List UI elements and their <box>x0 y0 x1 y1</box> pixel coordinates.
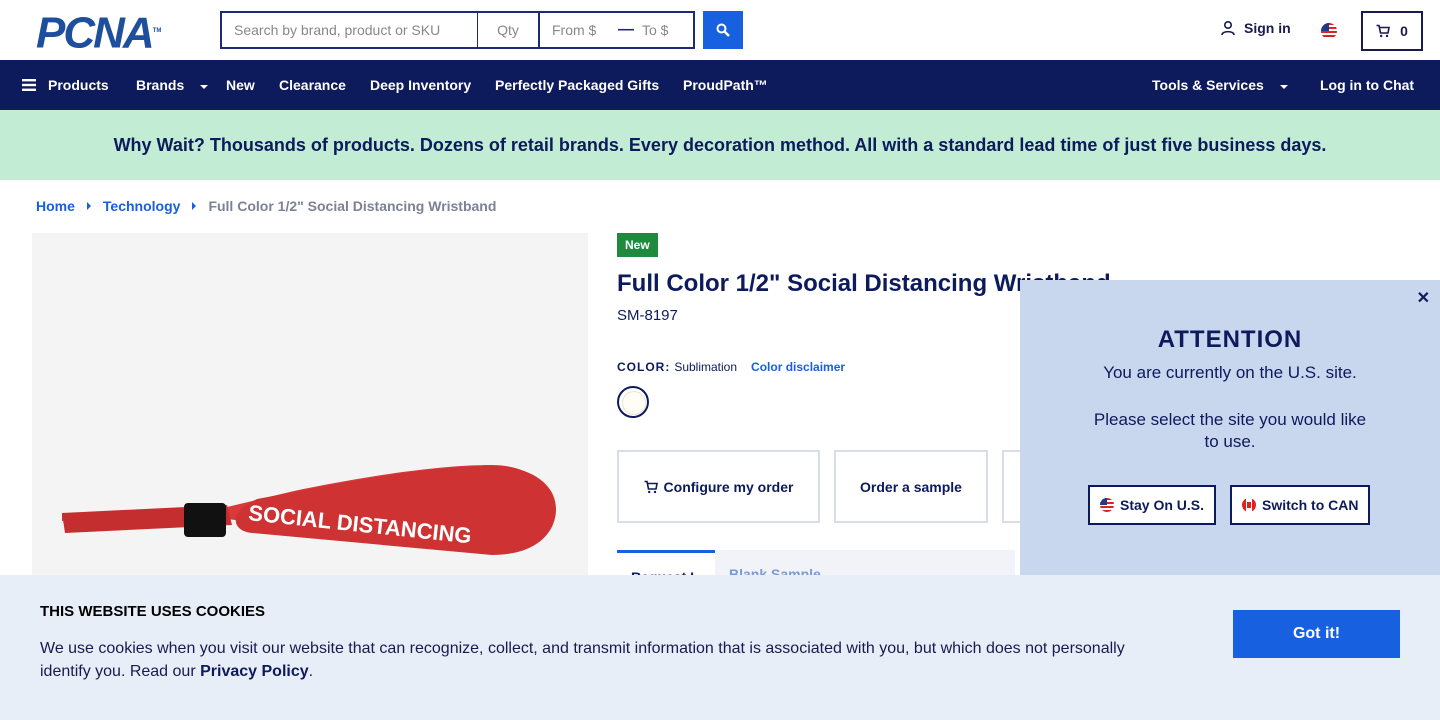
new-badge: New <box>617 233 658 257</box>
logo-text: PCNA <box>36 8 155 58</box>
cart-button[interactable]: 0 <box>1361 11 1423 51</box>
nav-gifts-label: Perfectly Packaged Gifts <box>495 77 660 93</box>
search-button[interactable] <box>703 11 743 49</box>
nav-tools[interactable]: Tools & Services <box>1152 60 1288 110</box>
switch-can-label: Switch to CAN <box>1262 497 1359 513</box>
nav-gifts[interactable]: Perfectly Packaged Gifts <box>495 60 659 110</box>
switch-can-button[interactable]: Switch to CAN <box>1230 485 1371 525</box>
price-range-dash: — <box>618 21 634 38</box>
popup-instruction: Please select the site you would like to… <box>1093 410 1367 451</box>
configure-order-button[interactable]: Configure my order <box>617 450 820 523</box>
order-sample-label: Order a sample <box>860 478 962 495</box>
sign-in-link[interactable]: Sign in <box>1220 20 1291 36</box>
cart-icon <box>644 480 658 493</box>
chevron-down-icon <box>200 84 209 89</box>
breadcrumb-current: Full Color 1/2" Social Distancing Wristb… <box>208 198 497 214</box>
breadcrumb-arrow-icon <box>86 202 91 210</box>
nav-proudpath[interactable]: ProudPath™ <box>683 60 768 110</box>
us-flag-icon <box>1100 498 1114 512</box>
nav-new-label: New <box>226 77 255 93</box>
promo-banner-text: Why Wait? Thousands of products. Dozens … <box>113 134 1327 155</box>
product-image[interactable]: SOCIAL DISTANCING <box>32 233 588 593</box>
nav-chat[interactable]: Log in to Chat <box>1320 60 1414 110</box>
nav-clearance-label: Clearance <box>279 77 346 93</box>
cookie-tail: . <box>308 663 314 680</box>
popup-title: ATTENTION <box>1157 326 1303 353</box>
order-sample-button[interactable]: Order a sample <box>834 450 988 523</box>
nav-deep-inventory[interactable]: Deep Inventory <box>370 60 471 110</box>
nav-tools-label: Tools & Services <box>1152 77 1264 93</box>
breadcrumb-category[interactable]: Technology <box>103 198 181 214</box>
cookie-banner: THIS WEBSITE USES COOKIES We use cookies… <box>0 575 1440 720</box>
user-icon <box>1221 20 1235 36</box>
cart-count: 0 <box>1400 23 1408 39</box>
breadcrumb: Home Technology Full Color 1/2" Social D… <box>36 198 496 214</box>
wristband-image: SOCIAL DISTANCING <box>62 465 556 555</box>
nav-brands[interactable]: Brands <box>136 60 209 110</box>
search-input[interactable]: Search by brand, product or SKU <box>222 13 478 47</box>
color-row: COLOR: Sublimation Color disclaimer <box>617 360 845 374</box>
close-icon[interactable]: ✕ <box>1417 288 1430 308</box>
nav-clearance[interactable]: Clearance <box>279 60 346 110</box>
breadcrumb-arrow-icon <box>192 202 197 210</box>
breadcrumb-home[interactable]: Home <box>36 198 75 214</box>
product-sku: SM-8197 <box>617 307 678 324</box>
cart-icon <box>1376 24 1391 38</box>
configure-order-label: Configure my order <box>663 478 794 495</box>
nav-products-label: Products <box>48 77 109 93</box>
color-value: Sublimation <box>674 360 738 374</box>
cookie-text: We use cookies when you visit our websit… <box>40 637 1160 683</box>
nav-new[interactable]: New <box>226 60 255 110</box>
color-swatch[interactable] <box>617 386 649 418</box>
promo-banner: Why Wait? Thousands of products. Dozens … <box>0 110 1440 180</box>
sign-in-label: Sign in <box>1244 20 1291 36</box>
pcna-logo[interactable]: PCNATM <box>36 11 161 55</box>
popup-buttons: Stay On U.S. Switch to CAN <box>1088 485 1371 525</box>
nav-products[interactable]: Products <box>22 60 109 110</box>
popup-current-site: You are currently on the U.S. site. <box>1103 363 1357 382</box>
price-to-input[interactable]: To $ <box>636 13 693 47</box>
nav-deep-inventory-label: Deep Inventory <box>370 77 472 93</box>
search-bar: Search by brand, product or SKU Qty From… <box>220 11 695 49</box>
stay-us-label: Stay On U.S. <box>1120 497 1205 513</box>
qty-input[interactable]: Qty <box>478 13 540 47</box>
privacy-policy-link[interactable]: Privacy Policy <box>200 663 309 680</box>
nav-proudpath-label: ProudPath™ <box>683 77 768 93</box>
us-flag-icon[interactable] <box>1321 23 1337 39</box>
hamburger-icon <box>22 79 36 91</box>
got-it-button[interactable]: Got it! <box>1233 610 1400 658</box>
price-from-input[interactable]: From $ <box>540 13 616 47</box>
cookie-title: THIS WEBSITE USES COOKIES <box>40 603 266 620</box>
chevron-down-icon <box>1279 84 1288 89</box>
nav-chat-label: Log in to Chat <box>1320 77 1415 93</box>
site-header: PCNATM Search by brand, product or SKU Q… <box>0 0 1440 60</box>
canada-flag-icon <box>1242 498 1257 512</box>
color-label: COLOR: <box>617 360 671 374</box>
stay-us-button[interactable]: Stay On U.S. <box>1088 485 1217 525</box>
site-selector-popup: ✕ ATTENTION You are currently on the U.S… <box>1020 280 1440 575</box>
color-disclaimer-link[interactable]: Color disclaimer <box>751 360 845 374</box>
search-icon <box>716 23 730 37</box>
main-nav: Products Brands New Clearance Deep Inven… <box>0 60 1440 110</box>
nav-brands-label: Brands <box>136 77 185 93</box>
